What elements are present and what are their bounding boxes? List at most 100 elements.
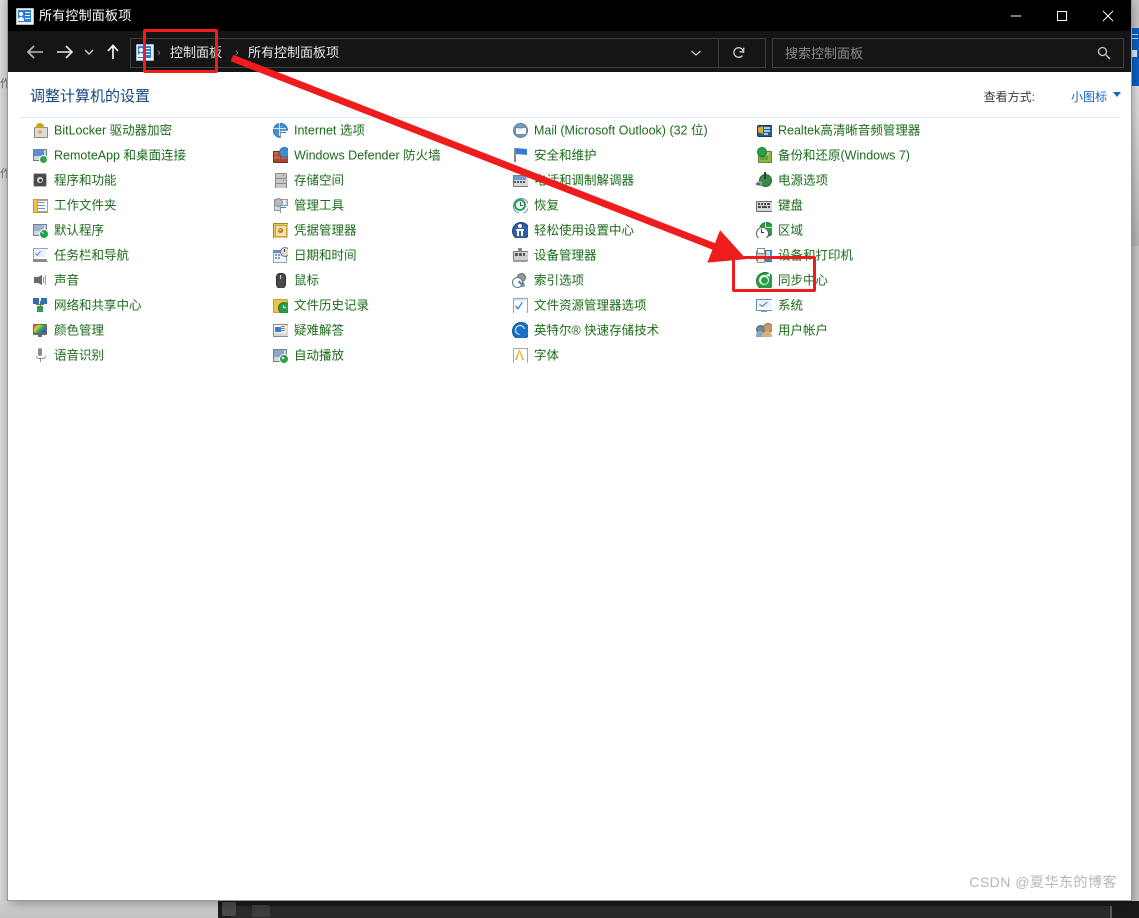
system-icon: [756, 297, 772, 313]
control-panel-item-label: BitLocker 驱动器加密: [54, 123, 173, 138]
control-panel-item[interactable]: 声音: [32, 268, 268, 293]
control-panel-item[interactable]: 键盘: [756, 193, 1006, 218]
control-panel-item-label: Mail (Microsoft Outlook) (32 位): [534, 123, 708, 138]
sync-center-icon: [756, 272, 772, 288]
control-panel-item[interactable]: 电话和调制解调器: [512, 168, 752, 193]
control-panel-item-label: 电话和调制解调器: [534, 173, 635, 188]
control-panel-item[interactable]: RemoteApp 和桌面连接: [32, 143, 268, 168]
intel-rst-icon: [512, 322, 528, 338]
control-panel-item-label: 轻松使用设置中心: [534, 223, 635, 238]
control-panel-item[interactable]: 恢复: [512, 193, 752, 218]
recent-locations-button[interactable]: [80, 39, 98, 65]
control-panel-item-label: 键盘: [778, 198, 804, 213]
control-panel-item[interactable]: 语音识别: [32, 343, 268, 368]
control-panel-item-label: 设备管理器: [534, 248, 597, 263]
chevron-down-icon[interactable]: [1113, 92, 1121, 97]
control-panel-item[interactable]: 存储空间: [272, 168, 508, 193]
control-panel-item-label: Realtek高清晰音频管理器: [778, 123, 921, 138]
control-panel-item[interactable]: 轻松使用设置中心: [512, 218, 752, 243]
control-panel-item[interactable]: 网络和共享中心: [32, 293, 268, 318]
fonts-icon: [512, 347, 528, 363]
control-panel-item[interactable]: 用户帐户: [756, 318, 1006, 343]
control-panel-window: 所有控制面板项 › 控制面板 › 所有控制面板项 搜索控制面板 调整计算机的设置…: [8, 0, 1131, 900]
maximize-button[interactable]: [1039, 0, 1085, 31]
control-panel-item-label: 恢复: [534, 198, 560, 213]
control-panel-item[interactable]: BitLocker 驱动器加密: [32, 118, 268, 143]
control-panel-item[interactable]: Internet 选项: [272, 118, 508, 143]
backup-restore-icon: [756, 147, 772, 163]
breadcrumb-separator-1: ›: [157, 47, 161, 59]
control-panel-item-label: 默认程序: [54, 223, 105, 238]
file-history-icon: [272, 297, 288, 313]
control-panel-item-label: 同步中心: [778, 273, 829, 288]
control-panel-item[interactable]: 设备和打印机: [756, 243, 1006, 268]
control-panel-item[interactable]: 同步中心: [756, 268, 1006, 293]
control-panel-icon: [16, 8, 34, 25]
control-panel-item[interactable]: Mail (Microsoft Outlook) (32 位): [512, 118, 752, 143]
speech-recognition-icon: [32, 347, 48, 363]
control-panel-item-label: RemoteApp 和桌面连接: [54, 148, 186, 163]
control-panel-item[interactable]: 备份和还原(Windows 7): [756, 143, 1006, 168]
control-panel-item[interactable]: 区域: [756, 218, 1006, 243]
background-taskbar-icon-2: [252, 905, 270, 917]
search-box[interactable]: [772, 38, 1124, 69]
recovery-icon: [512, 197, 528, 213]
search-input[interactable]: [783, 39, 1087, 69]
control-panel-item-label: 语音识别: [54, 348, 105, 363]
control-panel-item[interactable]: 颜色管理: [32, 318, 268, 343]
breadcrumb-control-panel[interactable]: 控制面板: [170, 39, 222, 67]
indexing-options-icon: [512, 272, 528, 288]
control-panel-item[interactable]: 默认程序: [32, 218, 268, 243]
control-panel-item[interactable]: 疑难解答: [272, 318, 508, 343]
control-panel-item[interactable]: 索引选项: [512, 268, 752, 293]
control-panel-item[interactable]: 日期和时间: [272, 243, 508, 268]
content-header: 调整计算机的设置 查看方式: 小图标: [8, 72, 1131, 118]
back-button[interactable]: [22, 39, 48, 65]
control-panel-item[interactable]: 安全和维护: [512, 143, 752, 168]
control-panel-item[interactable]: 自动播放: [272, 343, 508, 368]
control-panel-item-label: 字体: [534, 348, 560, 363]
control-panel-item-label: 文件历史记录: [294, 298, 370, 313]
devices-printers-icon: [756, 247, 772, 263]
breadcrumb-all-items[interactable]: 所有控制面板项: [248, 39, 339, 67]
control-panel-item[interactable]: 系统: [756, 293, 1006, 318]
control-panel-item-label: 设备和打印机: [778, 248, 854, 263]
control-panel-item[interactable]: 文件资源管理器选项: [512, 293, 752, 318]
breadcrumb-control-panel-icon: [136, 44, 154, 61]
device-manager-icon: [512, 247, 528, 263]
control-panel-item[interactable]: 字体: [512, 343, 752, 368]
control-panel-item[interactable]: 文件历史记录: [272, 293, 508, 318]
control-panel-item[interactable]: 鼠标: [272, 268, 508, 293]
credential-manager-icon: [272, 222, 288, 238]
control-panel-item[interactable]: Realtek高清晰音频管理器: [756, 118, 1006, 143]
control-panel-item-label: 存储空间: [294, 173, 345, 188]
phone-modem-icon: [512, 172, 528, 188]
control-panel-item[interactable]: 凭据管理器: [272, 218, 508, 243]
keyboard-icon: [756, 197, 772, 213]
sound-icon: [32, 272, 48, 288]
control-panel-item-label: 程序和功能: [54, 173, 117, 188]
search-icon[interactable]: [1091, 39, 1117, 67]
up-button[interactable]: [100, 39, 126, 65]
control-panel-item[interactable]: 工作文件夹: [32, 193, 268, 218]
control-panel-item-label: 颜色管理: [54, 323, 105, 338]
control-panel-item[interactable]: 任务栏和导航: [32, 243, 268, 268]
control-panel-item[interactable]: Windows Defender 防火墙: [272, 143, 508, 168]
control-panel-item-label: 工作文件夹: [54, 198, 117, 213]
control-panel-item[interactable]: 程序和功能: [32, 168, 268, 193]
minimize-button[interactable]: [993, 0, 1039, 31]
control-panel-item[interactable]: 管理工具: [272, 193, 508, 218]
close-button[interactable]: [1085, 0, 1131, 31]
forward-button[interactable]: [52, 39, 78, 65]
control-panel-item-label: 安全和维护: [534, 148, 597, 163]
chevron-down-icon[interactable]: [682, 39, 710, 67]
view-by-value[interactable]: 小图标: [1071, 88, 1107, 105]
control-panel-item[interactable]: 电源选项: [756, 168, 1006, 193]
items-column-2: Internet 选项 Windows Defender 防火墙存储空间管理工具凭…: [272, 118, 508, 368]
refresh-icon[interactable]: [718, 39, 759, 67]
control-panel-item-label: 文件资源管理器选项: [534, 298, 647, 313]
control-panel-item[interactable]: 设备管理器: [512, 243, 752, 268]
region-icon: [756, 222, 772, 238]
control-panel-item[interactable]: 英特尔® 快速存储技术: [512, 318, 752, 343]
breadcrumb[interactable]: › 控制面板 › 所有控制面板项: [130, 38, 766, 68]
